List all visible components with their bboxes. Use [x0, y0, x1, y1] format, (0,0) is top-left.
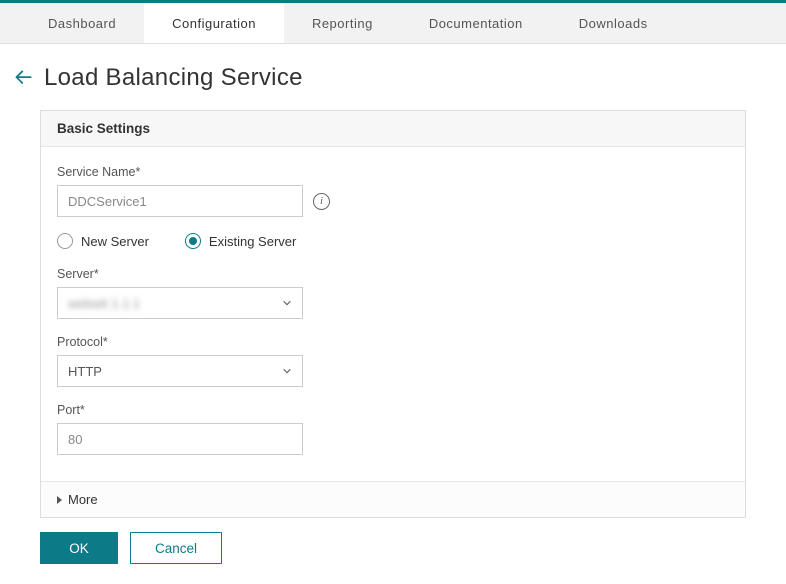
radio-existing-server[interactable]: Existing Server	[185, 233, 296, 249]
radio-label: Existing Server	[209, 234, 296, 249]
radio-circle-icon	[57, 233, 73, 249]
cancel-button[interactable]: Cancel	[130, 532, 222, 564]
radio-label: New Server	[81, 234, 149, 249]
server-label: Server*	[57, 267, 729, 281]
port-label: Port*	[57, 403, 729, 417]
tab-configuration[interactable]: Configuration	[144, 3, 284, 43]
page-header: Load Balancing Service	[0, 44, 786, 110]
back-arrow-icon[interactable]	[14, 68, 34, 88]
form-actions: OK Cancel	[0, 518, 786, 584]
protocol-select-value: HTTP	[68, 364, 102, 379]
port-input[interactable]	[57, 423, 303, 455]
page-title: Load Balancing Service	[44, 64, 303, 92]
server-select-value: webwit 1.1.1	[68, 296, 140, 311]
server-field: Server* webwit 1.1.1	[57, 267, 729, 319]
chevron-down-icon	[282, 366, 292, 376]
service-name-field: Service Name* i	[57, 165, 729, 217]
radio-circle-icon	[185, 233, 201, 249]
main-tabs: Dashboard Configuration Reporting Docume…	[0, 3, 786, 44]
panel-heading: Basic Settings	[41, 111, 745, 147]
server-mode-radio-group: New Server Existing Server	[57, 233, 729, 249]
server-select[interactable]: webwit 1.1.1	[57, 287, 303, 319]
tab-reporting[interactable]: Reporting	[284, 3, 401, 43]
tab-dashboard[interactable]: Dashboard	[20, 3, 144, 43]
basic-settings-panel: Basic Settings Service Name* i New Serve…	[40, 110, 746, 518]
radio-new-server[interactable]: New Server	[57, 233, 149, 249]
tab-documentation[interactable]: Documentation	[401, 3, 551, 43]
service-name-input[interactable]	[57, 185, 303, 217]
protocol-label: Protocol*	[57, 335, 729, 349]
panel-body: Service Name* i New Server Existing Serv…	[41, 147, 745, 481]
protocol-select[interactable]: HTTP	[57, 355, 303, 387]
more-toggle[interactable]: More	[41, 481, 745, 517]
more-label: More	[68, 492, 98, 507]
info-icon[interactable]: i	[313, 193, 330, 210]
tab-downloads[interactable]: Downloads	[551, 3, 676, 43]
chevron-down-icon	[282, 298, 292, 308]
port-field: Port*	[57, 403, 729, 455]
ok-button[interactable]: OK	[40, 532, 118, 564]
service-name-label: Service Name*	[57, 165, 729, 179]
protocol-field: Protocol* HTTP	[57, 335, 729, 387]
caret-right-icon	[57, 496, 62, 504]
